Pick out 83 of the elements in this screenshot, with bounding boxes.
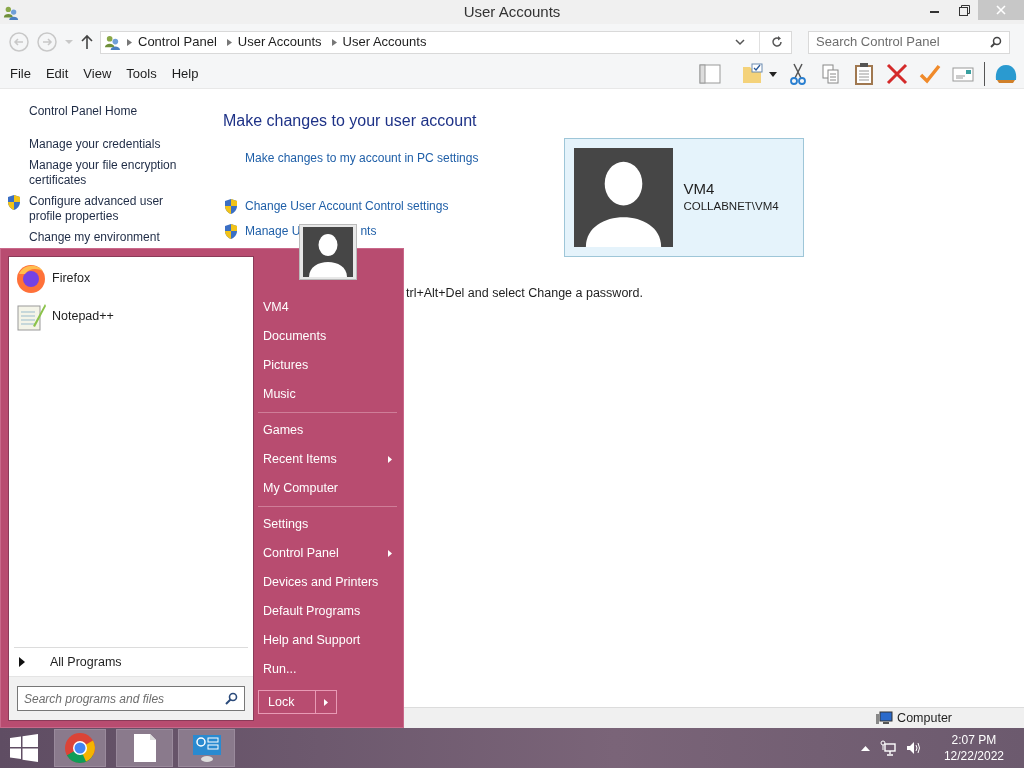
shield-icon: [6, 194, 22, 211]
start-menu-item[interactable]: Settings: [258, 510, 397, 539]
status-location: Computer: [897, 709, 952, 727]
program-name: Firefox: [52, 269, 91, 287]
submenu-arrow-icon: [388, 550, 392, 557]
breadcrumb[interactable]: User Accounts: [237, 32, 322, 52]
shield-icon: [223, 197, 239, 215]
shield-icon: [223, 222, 239, 240]
dropdown-icon[interactable]: [735, 38, 745, 46]
chevron-icon[interactable]: [226, 38, 232, 46]
start-menu-item[interactable]: VM4: [258, 293, 397, 322]
chevron-icon[interactable]: [331, 38, 337, 46]
start-menu-item[interactable]: Devices and Printers: [258, 568, 397, 597]
start-menu-item[interactable]: My Computer: [258, 474, 397, 503]
speaker-icon[interactable]: [905, 740, 922, 756]
start-menu-item[interactable]: Help and Support: [258, 626, 397, 655]
search-icon: [990, 36, 1002, 48]
tray-arrow-icon[interactable]: [860, 745, 870, 751]
start-menu-item[interactable]: Recent Items: [258, 445, 397, 474]
checkmark-icon[interactable]: [918, 62, 942, 86]
pinned-program[interactable]: Firefox: [15, 261, 253, 295]
window-title: User Accounts: [463, 1, 561, 22]
network-icon[interactable]: [879, 740, 896, 756]
sidebar-link[interactable]: Control Panel Home: [29, 104, 194, 119]
account-domain: COLLABNET\VM4: [683, 198, 779, 214]
firefox-icon: [15, 262, 47, 294]
account-name: VM4: [683, 179, 716, 198]
up-arrow-icon[interactable]: [80, 34, 94, 50]
start-menu-item[interactable]: Documents: [258, 322, 397, 351]
control-panel-icon: [191, 733, 222, 763]
page-heading: Make changes to your user account: [223, 111, 478, 131]
clock-date: 12/22/2022: [943, 748, 1004, 764]
users-icon: [104, 33, 121, 51]
start-menu-item[interactable]: Games: [258, 416, 397, 445]
sidebar-link[interactable]: Change my environment: [29, 230, 194, 245]
task-link[interactable]: Make changes to my account in PC settings: [245, 149, 479, 167]
sidebar-link[interactable]: Manage your credentials: [29, 137, 194, 152]
computer-icon: [876, 711, 894, 725]
users-icon: [3, 4, 19, 21]
task-link[interactable]: nts: [360, 222, 377, 240]
triangle-icon: [19, 657, 25, 667]
task-link[interactable]: Change User Account Control settings: [245, 197, 449, 215]
menu-item[interactable]: Tools: [126, 64, 157, 84]
sidebar-link[interactable]: Configure advanced user profile properties: [29, 194, 194, 224]
start-menu-item[interactable]: Default Programs: [258, 597, 397, 626]
start-menu-item[interactable]: Pictures: [258, 351, 397, 380]
taskbar-file-button[interactable]: [116, 729, 173, 767]
close-icon: [996, 5, 1006, 15]
submenu-arrow-icon: [388, 456, 392, 463]
menu-item[interactable]: View: [83, 64, 112, 84]
search-field[interactable]: Search Control Panel: [808, 30, 1010, 54]
password-note: trl+Alt+Del and select Change a password.: [406, 285, 643, 302]
start-menu-item[interactable]: Control Panel: [258, 539, 397, 568]
all-programs-item[interactable]: All Programs: [9, 648, 253, 676]
clock[interactable]: 2:07 PM 12/22/2022: [943, 732, 1004, 764]
delete-icon[interactable]: [885, 62, 909, 86]
search-icon: [225, 692, 238, 705]
menu-item[interactable]: Edit: [45, 64, 69, 84]
start-menu-item[interactable]: Run...: [258, 655, 397, 684]
program-search-field[interactable]: Search programs and files: [17, 686, 245, 711]
taskbar-chrome-button[interactable]: [54, 729, 106, 767]
clipboard-icon[interactable]: [852, 62, 876, 86]
caret-icon[interactable]: [769, 71, 777, 77]
menu-item[interactable]: File: [10, 64, 31, 84]
clock-time: 2:07 PM: [951, 732, 997, 748]
start-button[interactable]: [9, 734, 39, 762]
refresh-icon[interactable]: [770, 35, 784, 49]
start-menu-item[interactable]: Music: [258, 380, 397, 409]
chrome-icon: [64, 732, 96, 764]
breadcrumb[interactable]: User Accounts: [342, 32, 427, 52]
chevron-icon[interactable]: [127, 38, 132, 46]
breadcrumb[interactable]: Control Panel: [138, 32, 217, 52]
task-link[interactable]: Manage U: [245, 222, 301, 240]
document-icon: [132, 733, 157, 763]
folder-check-icon[interactable]: [741, 62, 765, 86]
taskbar-control-panel-button[interactable]: [178, 729, 235, 767]
restore-icon: [958, 4, 970, 16]
menu-item[interactable]: Help: [171, 64, 199, 84]
arrow-icon: [324, 698, 328, 706]
address-bar[interactable]: Control Panel User Accounts User Accounts: [100, 30, 792, 54]
sidebar-link[interactable]: Manage your file encryption certificates: [29, 158, 194, 188]
program-name: Notepad++: [52, 307, 114, 325]
pinned-program[interactable]: Notepad++: [15, 299, 253, 333]
